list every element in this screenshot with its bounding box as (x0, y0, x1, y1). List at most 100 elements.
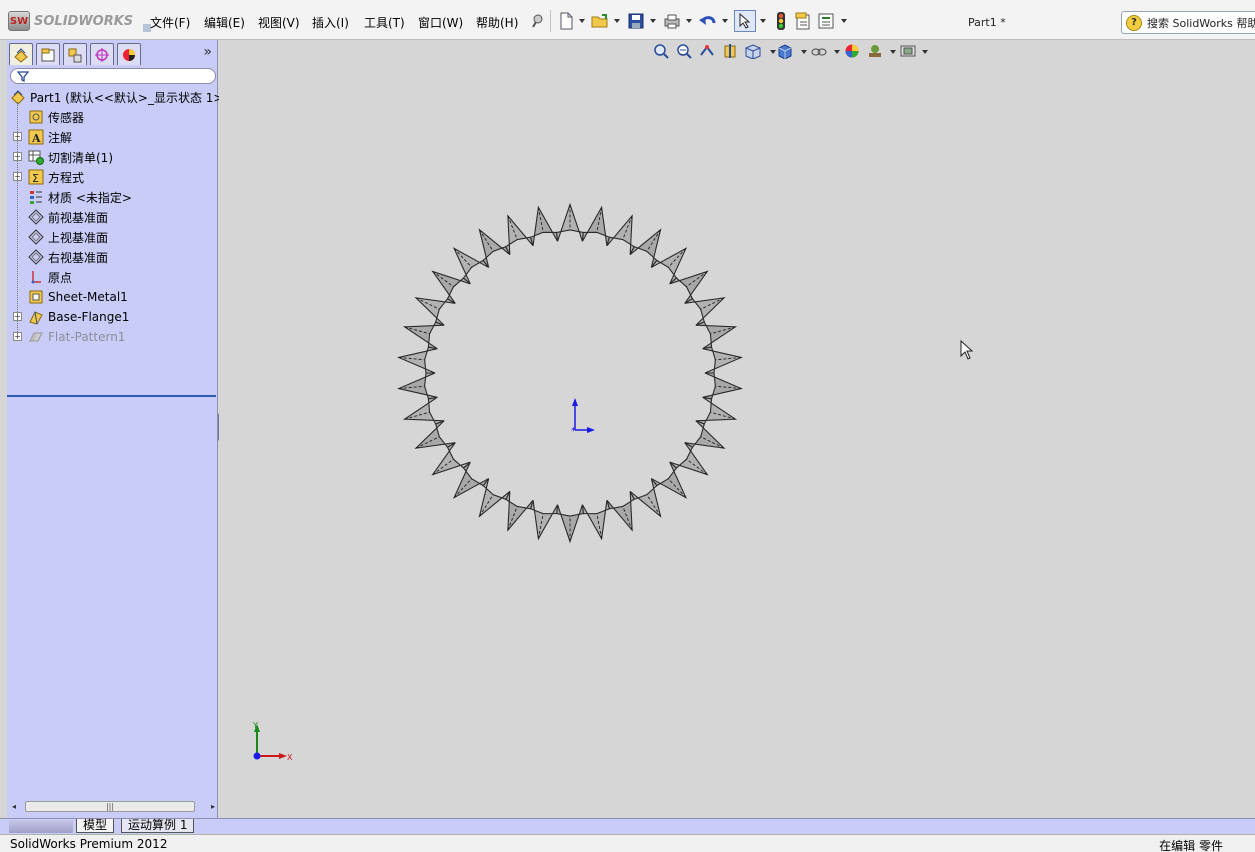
scrollbar-thumb[interactable]: ||| (25, 801, 195, 812)
scroll-left-arrow-icon[interactable]: ◂ (12, 802, 16, 811)
featuremanager-tab[interactable] (9, 43, 33, 65)
flange-segment (414, 420, 456, 449)
graphics-canvas: * Y X (252, 202, 744, 762)
hide-show-items-icon[interactable] (810, 42, 828, 60)
tree-item-annotation[interactable]: + A 注解 (13, 128, 72, 146)
display-manager-tab[interactable] (117, 43, 141, 65)
hide-show-caret[interactable] (834, 50, 840, 54)
flange-segment (629, 478, 662, 518)
edit-appearance-icon[interactable] (843, 42, 861, 60)
tree-item-origin[interactable]: 原点 (27, 268, 72, 286)
flange-segment (478, 228, 511, 268)
tree-item-label: Flat-Pattern1 (48, 330, 126, 344)
tree-item-plane[interactable]: 右视基准面 (27, 248, 108, 266)
material-icon (27, 189, 44, 205)
tree-item-label: 切割清单(1) (48, 150, 113, 165)
flange-segment (695, 396, 738, 425)
dimxpert-tab[interactable] (90, 43, 114, 65)
scroll-right-arrow-icon[interactable]: ▸ (211, 802, 215, 811)
apply-scene-caret[interactable] (890, 50, 896, 54)
tree-item-label: 原点 (48, 270, 73, 285)
open-folder-icon[interactable] (590, 11, 610, 31)
tree-filter-input[interactable] (10, 68, 216, 84)
flange-segment (581, 500, 611, 541)
tree-item-cut-list[interactable]: + 切割清单(1) (13, 148, 113, 166)
tree-item-label: 材质 <未指定> (48, 190, 132, 205)
menu-tools[interactable]: 工具(T) (364, 14, 405, 31)
zoom-to-area-icon[interactable] (675, 42, 693, 60)
tree-item-material[interactable]: 材质 <未指定> (27, 188, 132, 206)
tab-model[interactable]: 模型 (76, 819, 115, 833)
apply-scene-icon[interactable] (866, 42, 884, 60)
tree-item-plane[interactable]: 前视基准面 (27, 208, 108, 226)
tree-item-flat-pattern[interactable]: + Flat-Pattern1 (13, 328, 126, 346)
tab-motion-study[interactable]: 运动算例 1 (121, 819, 195, 833)
base-flange-icon (27, 309, 44, 325)
menu-view[interactable]: 视图(V) (258, 14, 300, 31)
print-dropdown-caret[interactable] (686, 19, 692, 23)
undo-icon[interactable] (698, 11, 718, 31)
display-style-icon[interactable] (776, 42, 794, 60)
graphics-viewport[interactable]: * Y X (219, 40, 1255, 818)
menu-file[interactable]: 文件(F) (150, 14, 190, 31)
tree-item-base-flange[interactable]: + Base-Flange1 (13, 308, 129, 326)
section-view-icon[interactable] (721, 42, 739, 60)
options-dropdown-caret[interactable] (841, 19, 847, 23)
tab-scroll-buttons[interactable] (9, 820, 73, 833)
featuremanager-panel: » Part1 (默认<<默认>_显示状态 1> 传感器 + A 注解 + 切割清单(1)… (7, 40, 224, 818)
view-orientation-caret[interactable] (770, 50, 776, 54)
menu-insert[interactable]: 插入(I) (312, 14, 349, 31)
new-document-icon[interactable] (556, 11, 576, 31)
flange-segment (529, 500, 559, 541)
open-dropdown-caret[interactable] (614, 19, 620, 23)
flange-segment (702, 346, 744, 374)
previous-view-icon[interactable] (698, 42, 716, 60)
view-settings-caret[interactable] (922, 50, 928, 54)
plane-icon (27, 249, 44, 265)
tree-end-divider (7, 395, 216, 397)
view-settings-icon[interactable] (899, 42, 917, 60)
rebuild-icon[interactable] (771, 11, 791, 31)
undo-dropdown-caret[interactable] (722, 19, 728, 23)
pin-icon[interactable] (528, 11, 548, 31)
select-icon[interactable] (734, 10, 756, 32)
menu-edit[interactable]: 编辑(E) (204, 14, 245, 31)
bottom-tab-bar: 模型 运动算例 1 (0, 818, 1255, 834)
print-icon[interactable] (662, 11, 682, 31)
solidworks-logo[interactable]: SW SOLIDWORKS (8, 10, 152, 32)
flange-segment (581, 205, 611, 246)
svg-text:A: A (31, 132, 41, 145)
tree-item-plane[interactable]: 上视基准面 (27, 228, 108, 246)
tree-item-sensor[interactable]: 传感器 (27, 108, 84, 126)
file-properties-icon[interactable] (793, 11, 813, 31)
search-help-box[interactable]: ? 搜索 SolidWorks 帮助 (1121, 11, 1255, 34)
tree-item-equation[interactable]: + Σ 方程式 (13, 168, 84, 186)
status-product-name: SolidWorks Premium 2012 (10, 837, 168, 851)
tree-item-sheet-metal[interactable]: Sheet-Metal1 (27, 288, 128, 306)
configurationmanager-tab[interactable] (63, 43, 87, 65)
menu-window[interactable]: 窗口(W) (418, 14, 463, 31)
flange-segment (396, 346, 438, 374)
propertymanager-tab[interactable] (36, 43, 60, 65)
plane-icon (27, 229, 44, 245)
menu-help[interactable]: 帮助(H) (476, 14, 518, 31)
new-dropdown-caret[interactable] (579, 19, 585, 23)
panel-expand-arrow[interactable]: » (203, 44, 212, 60)
zoom-to-fit-icon[interactable] (652, 42, 670, 60)
options-icon[interactable] (816, 11, 836, 31)
status-bar: SolidWorks Premium 2012 在编辑 零件 (0, 834, 1255, 852)
tree-item-label: 右视基准面 (48, 250, 109, 265)
search-help-label: 搜索 SolidWorks 帮助 (1147, 16, 1255, 30)
save-icon[interactable] (626, 11, 646, 31)
view-orientation-icon[interactable] (744, 42, 762, 60)
tree-root-part[interactable]: Part1 (默认<<默认>_显示状态 1> (9, 88, 224, 106)
panel-horizontal-scrollbar[interactable]: ◂ ||| ▸ (10, 800, 215, 814)
sheet-metal-icon (27, 289, 44, 305)
triad-y-label: Y (252, 721, 258, 730)
document-title: Part1 * (968, 16, 1006, 29)
select-dropdown-caret[interactable] (760, 19, 766, 23)
save-dropdown-caret[interactable] (650, 19, 656, 23)
logo-text: SOLIDWORKS (34, 13, 134, 29)
display-style-caret[interactable] (801, 50, 807, 54)
status-edit-mode: 在编辑 零件 (1159, 839, 1223, 852)
